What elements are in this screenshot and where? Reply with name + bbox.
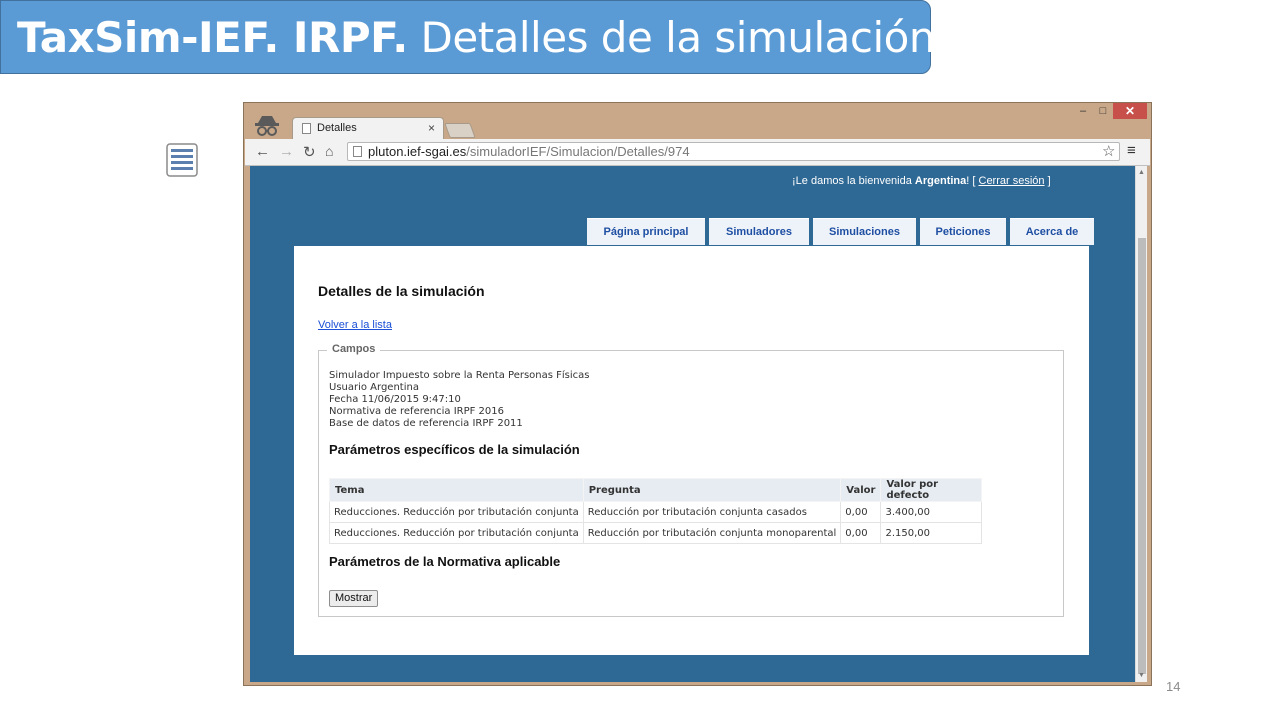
browser-window: – □ ✕ Detalles × ← → ↻ ⌂ pluton.ief-sgai… (243, 102, 1152, 686)
url-text[interactable]: pluton.ief-sgai.es/simuladorIEF/Simulaci… (368, 144, 690, 159)
column-header-tema: Tema (329, 478, 584, 502)
logout-link[interactable]: Cerrar sesión (979, 175, 1045, 187)
star-icon[interactable]: ☆ (1102, 142, 1115, 160)
vertical-scrollbar[interactable]: ▲ ▼ (1135, 166, 1147, 682)
table-row: Reducciones. Reducción por tributación c… (329, 501, 983, 523)
page-viewport: ¡Le damos la bienvenida Argentina! [ Cer… (250, 166, 1135, 682)
reload-icon[interactable]: ↻ (303, 143, 316, 161)
welcome-suffix: ! [ (966, 175, 979, 187)
menu-icon[interactable]: ≡ (1127, 142, 1136, 159)
simulation-info: Simulador Impuesto sobre la Renta Person… (329, 370, 590, 430)
home-icon[interactable]: ⌂ (325, 143, 333, 159)
cell-valor-defecto: 2.150,00 (880, 522, 983, 544)
page-icon (353, 146, 362, 157)
window-controls: – □ ✕ (1073, 103, 1147, 121)
minimize-button[interactable]: – (1073, 103, 1093, 119)
cell-tema: Reducciones. Reducción por tributación c… (329, 501, 584, 523)
welcome-message: ¡Le damos la bienvenida Argentina! [ Cer… (792, 175, 1051, 187)
tab-page-icon (302, 123, 311, 134)
specific-params-heading: Parámetros específicos de la simulación (329, 442, 580, 457)
cell-tema: Reducciones. Reducción por tributación c… (329, 522, 584, 544)
tab-detalles[interactable]: Detalles × (292, 117, 444, 139)
maximize-button[interactable]: □ (1093, 103, 1113, 119)
cell-pregunta: Reducción por tributación conjunta monop… (582, 522, 842, 544)
tab-close-icon[interactable]: × (428, 121, 435, 135)
column-header-valor: Valor (840, 478, 882, 502)
params-table: Tema Pregunta Valor Valor por defecto Re… (329, 478, 983, 544)
welcome-prefix: ¡Le damos la bienvenida (792, 175, 915, 187)
cell-valor-defecto: 3.400,00 (880, 501, 983, 523)
cell-valor: 0,00 (840, 522, 882, 544)
new-tab-button[interactable] (444, 123, 476, 138)
info-database: Base de datos de referencia IRPF 2011 (329, 418, 523, 429)
address-bar[interactable]: pluton.ief-sgai.es/simuladorIEF/Simulaci… (347, 142, 1120, 161)
info-date: Fecha 11/06/2015 9:47:10 (329, 394, 461, 405)
show-button[interactable]: Mostrar (329, 590, 379, 607)
scroll-down-icon[interactable]: ▼ (1138, 672, 1145, 679)
slide-title-banner: TaxSim-IEF. IRPF. Detalles de la simulac… (0, 0, 935, 74)
scroll-up-icon[interactable]: ▲ (1138, 169, 1145, 176)
info-user: Usuario Argentina (329, 382, 419, 393)
tab-acerca-de[interactable]: Acerca de (1010, 218, 1094, 245)
page-title: Detalles de la simulación (318, 283, 485, 299)
slide-title: TaxSim-IEF. IRPF. Detalles de la simulac… (17, 13, 935, 62)
back-arrow-icon[interactable]: ← (255, 143, 270, 160)
slide-page-number: 14 (1166, 679, 1181, 694)
user-name: Argentina (914, 175, 967, 187)
back-to-list-link[interactable]: Volver a la lista (318, 319, 392, 331)
browser-toolbar: ← → ↻ ⌂ pluton.ief-sgai.es/simuladorIEF/… (245, 139, 1150, 166)
document-list-icon (166, 143, 198, 177)
welcome-bracket-close: ] (1044, 175, 1051, 187)
column-header-valor-defecto: Valor por defecto (880, 478, 983, 502)
main-content: Detalles de la simulación Volver a la li… (294, 246, 1089, 655)
tab-peticiones[interactable]: Peticiones (920, 218, 1006, 245)
forward-arrow-icon[interactable]: → (279, 143, 294, 160)
campos-fieldset: Campos Simulador Impuesto sobre la Renta… (318, 343, 1064, 617)
info-simulator: Simulador Impuesto sobre la Renta Person… (329, 370, 590, 381)
column-header-pregunta: Pregunta (582, 478, 842, 502)
cell-pregunta: Reducción por tributación conjunta casad… (582, 501, 842, 523)
url-path: /simuladorIEF/Simulacion/Detalles/974 (466, 144, 690, 159)
scroll-thumb[interactable] (1138, 238, 1146, 674)
fieldset-legend: Campos (327, 343, 381, 355)
cell-valor: 0,00 (840, 501, 882, 523)
main-nav: Página principal Simuladores Simulacione… (587, 218, 1094, 245)
slide-title-rest: Detalles de la simulación (407, 13, 936, 62)
table-row: Reducciones. Reducción por tributación c… (329, 522, 983, 544)
close-window-button[interactable]: ✕ (1113, 103, 1147, 119)
url-host: pluton.ief-sgai.es (368, 144, 467, 159)
tab-pagina-principal[interactable]: Página principal (587, 218, 705, 245)
slide-title-bold: TaxSim-IEF. IRPF. (17, 13, 408, 62)
tab-simuladores[interactable]: Simuladores (709, 218, 809, 245)
tab-title: Detalles (317, 122, 357, 134)
incognito-icon (255, 116, 279, 136)
info-regulation: Normativa de referencia IRPF 2016 (329, 406, 504, 417)
tab-simulaciones[interactable]: Simulaciones (813, 218, 916, 245)
regulation-params-heading: Parámetros de la Normativa aplicable (329, 554, 561, 569)
table-header-row: Tema Pregunta Valor Valor por defecto (329, 478, 983, 502)
